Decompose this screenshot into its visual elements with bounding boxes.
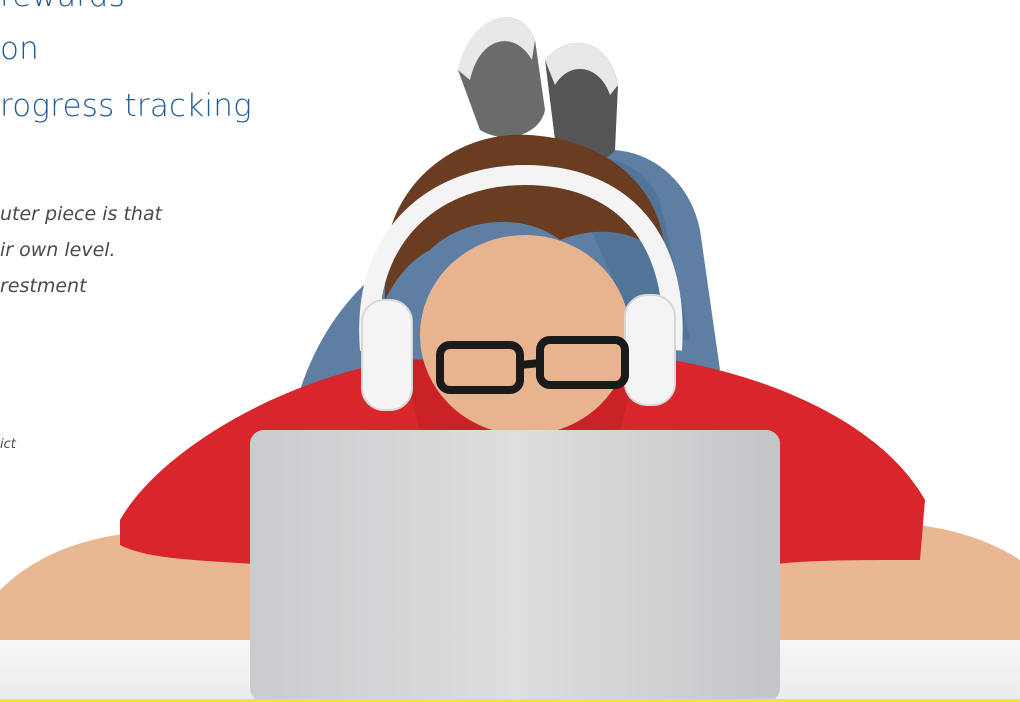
feature-rewards: rewards — [0, 0, 125, 14]
feature-progress-tracking: rogress tracking — [0, 88, 252, 124]
feature-line-2: on — [0, 31, 40, 67]
page: rewards on rogress tracking uter piece i… — [0, 0, 1020, 702]
quote-line-2: ir own level. — [0, 239, 116, 261]
quote-line-3: restment — [0, 275, 87, 297]
quote-line-1: uter piece is that — [0, 203, 163, 225]
face — [420, 235, 630, 435]
quote-attribution: ict — [0, 437, 16, 452]
